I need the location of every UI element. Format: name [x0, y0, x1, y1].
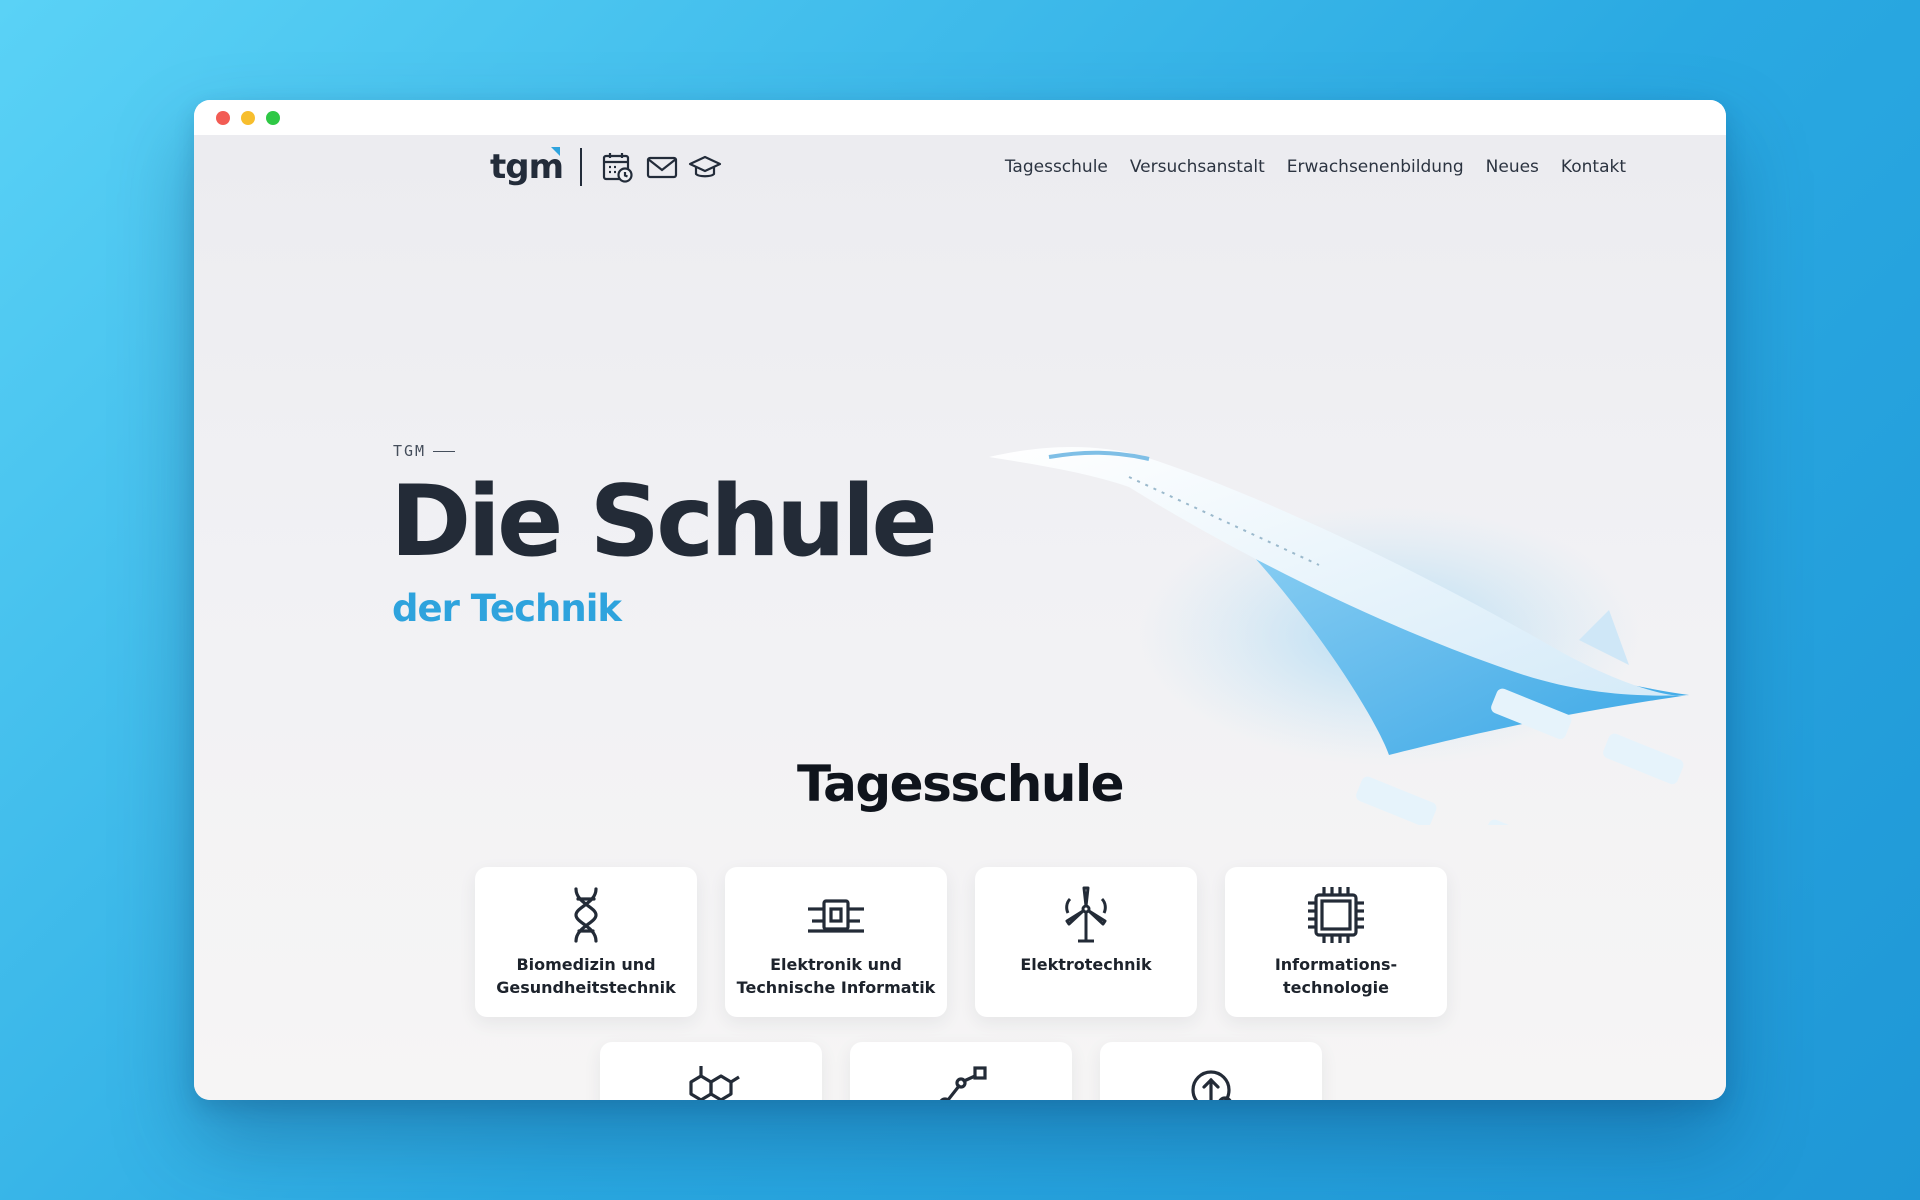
nav-kontakt[interactable]: Kontakt	[1561, 157, 1626, 177]
header-divider	[580, 148, 582, 186]
card-label: Biomedizin und Gesundheitstechnik	[496, 955, 676, 997]
card-chemie[interactable]	[600, 1042, 822, 1100]
web-page: tgm Tagesschule Versuchsanstalt Erwachse…	[194, 135, 1726, 1100]
site-header: tgm Tagesschule Versuchsanstalt Erwachse…	[194, 135, 1726, 199]
browser-window: tgm Tagesschule Versuchsanstalt Erwachse…	[194, 100, 1726, 1100]
close-window-button[interactable]	[216, 111, 230, 125]
window-titlebar	[194, 100, 1726, 135]
circuit-board-icon	[806, 885, 866, 945]
card-label: Elektronik und Technische Informatik	[736, 955, 936, 997]
card-elektronik[interactable]: Elektronik und Technische Informatik	[725, 867, 947, 1017]
card-elektrotechnik[interactable]: Elektrotechnik	[975, 867, 1197, 1017]
nav-neues[interactable]: Neues	[1486, 157, 1539, 177]
card-maschinenbau[interactable]	[1100, 1042, 1322, 1100]
wind-turbine-icon	[1056, 885, 1116, 945]
card-informationstechnologie[interactable]: Informations- technologie	[1225, 867, 1447, 1017]
card-biomedizin[interactable]: Biomedizin und Gesundheitstechnik	[475, 867, 697, 1017]
calendar-icon[interactable]	[601, 150, 635, 184]
mail-icon[interactable]	[645, 150, 679, 184]
card-label: Informations- technologie	[1274, 955, 1398, 997]
card-mechatronik[interactable]	[850, 1042, 1072, 1100]
nav-versuchsanstalt[interactable]: Versuchsanstalt	[1130, 157, 1265, 177]
microchip-icon	[1306, 885, 1366, 945]
robot-arm-icon	[931, 1060, 991, 1100]
nav-tagesschule[interactable]: Tagesschule	[1005, 157, 1108, 177]
hero-eyebrow: TGM	[393, 442, 427, 460]
dna-icon	[556, 885, 616, 945]
hero-title: Die Schule	[390, 465, 938, 579]
eyebrow-dash	[433, 451, 455, 452]
gear-arrow-icon	[1181, 1060, 1241, 1100]
graduation-cap-icon[interactable]	[688, 150, 722, 184]
logo-accent-mark	[551, 147, 560, 156]
hero-subtitle: der Technik	[392, 587, 622, 630]
main-nav: Tagesschule Versuchsanstalt Erwachsenenb…	[1005, 157, 1626, 177]
card-label: Elektrotechnik	[1020, 955, 1152, 974]
maximize-window-button[interactable]	[266, 111, 280, 125]
molecule-icon	[681, 1060, 741, 1100]
minimize-window-button[interactable]	[241, 111, 255, 125]
section-title: Tagesschule	[796, 755, 1125, 813]
nav-erwachsenenbildung[interactable]: Erwachsenenbildung	[1287, 157, 1464, 177]
